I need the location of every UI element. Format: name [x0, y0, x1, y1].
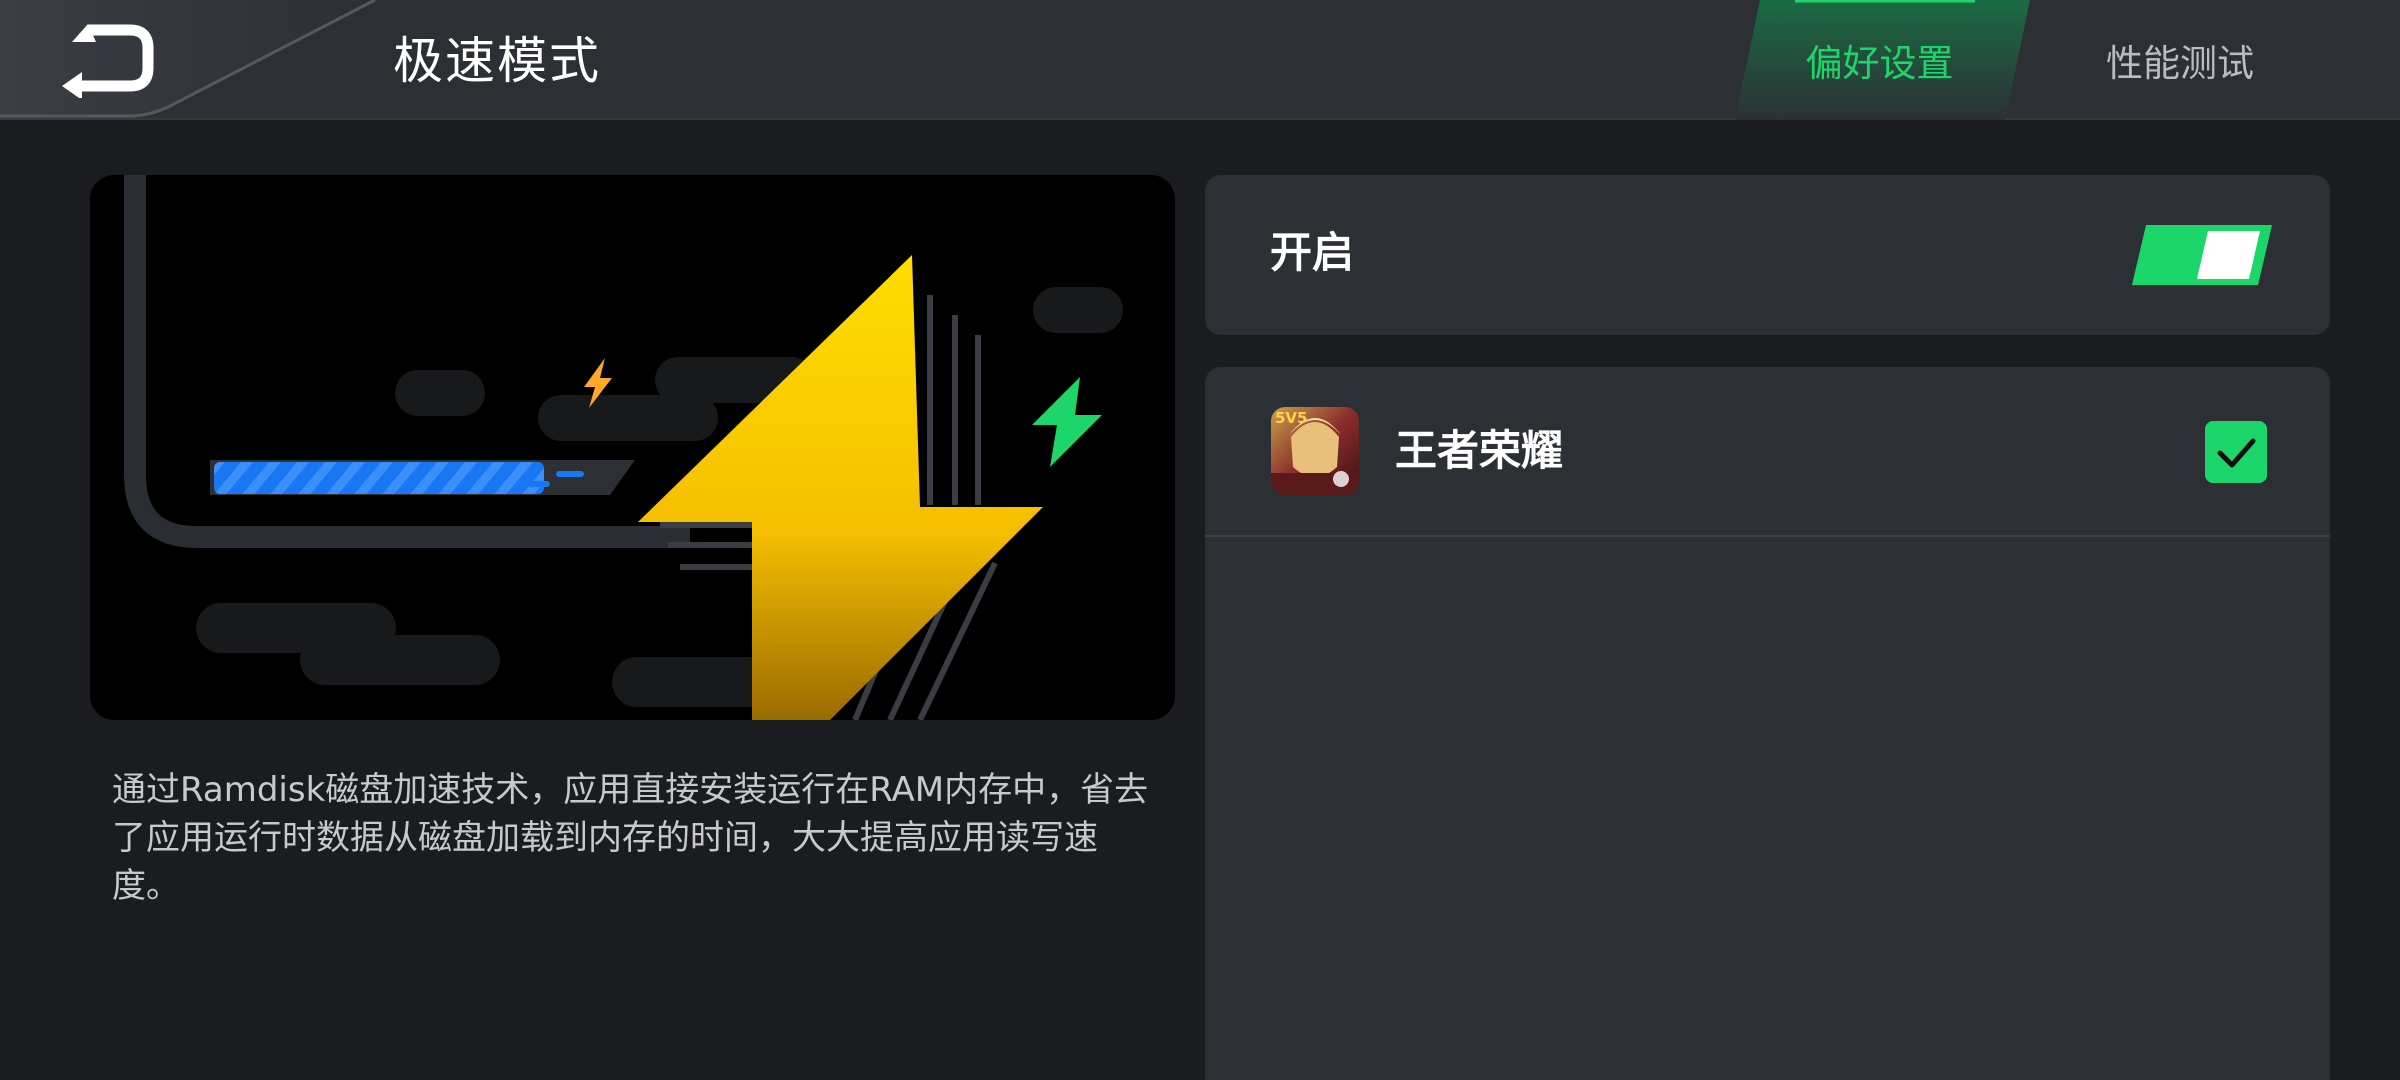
tab-preferences[interactable]: 偏好设置: [1735, 0, 2030, 120]
game-hero-icon: 5V5: [1271, 407, 1359, 495]
list-item[interactable]: 5V5 王者荣耀: [1205, 367, 2330, 537]
checkmark-icon: [2217, 438, 2256, 468]
tab-performance-test-label: 性能测试: [2106, 42, 2254, 85]
lightning-speed-illustration: [124, 175, 1123, 720]
tab-preferences-label: 偏好设置: [1805, 42, 1954, 85]
app-checkbox[interactable]: [2205, 421, 2267, 483]
back-button[interactable]: [60, 22, 170, 100]
back-button-backdrop: [0, 0, 376, 118]
tab-performance-test[interactable]: 性能测试: [2060, 0, 2300, 120]
enable-label: 开启: [1270, 228, 1355, 277]
description-text: 通过Ramdisk磁盘加速技术，应用直接安装运行在RAM内存中，省去了应用运行时…: [112, 770, 1149, 906]
enable-card: 开启: [1205, 175, 2330, 335]
top-bar: 极速模式 偏好设置 性能测试: [0, 0, 2400, 120]
hero-illustration: [90, 175, 1175, 720]
back-arrow-icon: [62, 24, 154, 100]
app-name: 王者荣耀: [1395, 426, 1564, 475]
app-badge-text: 5V5: [1275, 409, 1308, 427]
page-title: 极速模式: [393, 32, 601, 90]
app-list-card: 5V5 王者荣耀: [1205, 367, 2330, 1080]
toggle-on-icon: [2132, 225, 2272, 285]
enable-toggle-switch[interactable]: [2132, 225, 2272, 285]
